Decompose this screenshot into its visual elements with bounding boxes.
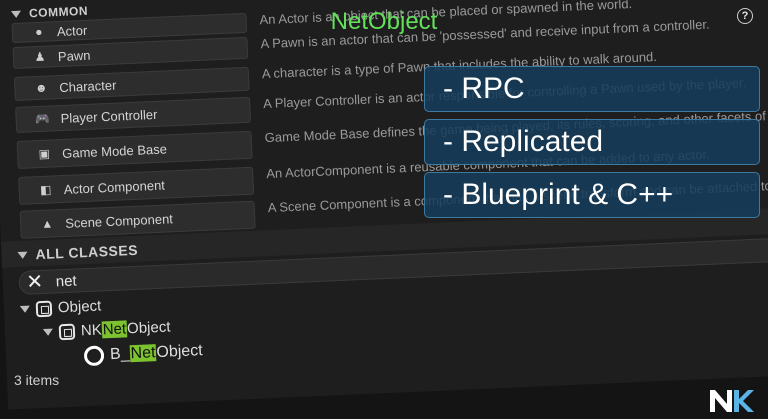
actor-component-class-button[interactable]: ◧ Actor Component [18,166,255,205]
pawn-icon: ♟ [34,49,46,65]
tree-item-label: B_NetObject [109,342,204,364]
expand-arrow-icon [42,328,54,337]
character-icon: ☻ [34,80,48,96]
expand-arrow-icon [19,305,31,313]
items-count: 3 items [14,372,60,388]
tree-item-label: Object [57,297,102,317]
blueprint-class-icon [83,345,105,367]
scene-component-icon: ▲ [40,216,54,231]
tree-item-label: NKNetObject [80,318,171,340]
feature-rpc: - RPC [424,66,760,112]
tree-item-object[interactable]: Object [19,297,102,318]
game-mode-base-class-button[interactable]: ▣ Game Mode Base [16,130,253,169]
feature-blueprint-cpp: - Blueprint & C++ [424,172,760,218]
search-match-highlight: Net [101,320,128,339]
player-controller-class-button[interactable]: 🎮 Player Controller [15,96,252,133]
search-input[interactable]: net [55,272,77,290]
component-icon: ◧ [39,182,52,197]
gamemode-icon: ▣ [38,146,51,162]
feature-replicated: - Replicated [424,119,760,165]
all-classes-header[interactable]: ALL CLASSES [17,242,138,263]
class-picker-screen: COMMON ● Actor An Actor is an object tha… [0,0,768,419]
gamepad-icon: 🎮 [34,111,51,127]
tree-item-b-netobject[interactable]: B_NetObject [83,341,204,367]
tree-item-nknetobject[interactable]: NKNetObject [42,318,171,341]
search-match-highlight: Net [129,344,157,363]
class-cube-icon [35,300,53,317]
class-cube-icon [58,323,76,340]
collapse-arrow-icon [17,251,28,259]
pawn-class-button[interactable]: ♟ Pawn [12,36,249,70]
clear-search-icon[interactable]: ✕ [19,271,50,294]
video-title: NetObject [330,8,438,35]
character-class-button[interactable]: ☻ Character [13,66,250,102]
nk-logo-icon [710,390,754,412]
